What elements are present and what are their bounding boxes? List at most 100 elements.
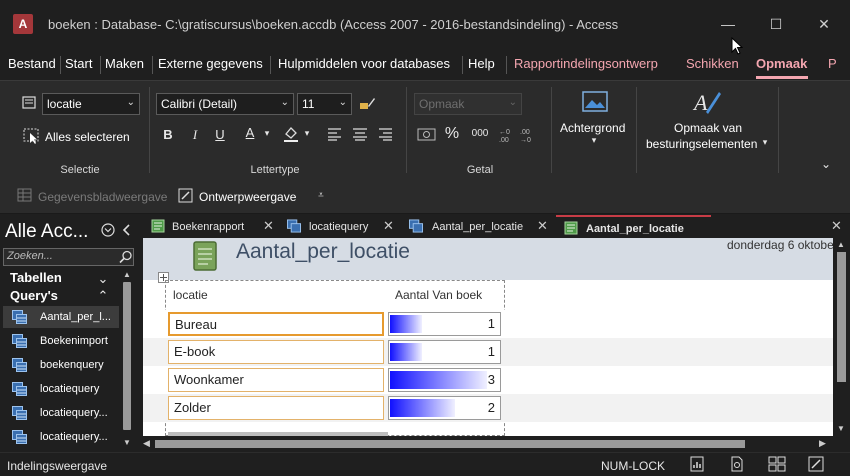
italic-button[interactable]: I bbox=[187, 127, 203, 143]
nav-section-queries[interactable]: Query's bbox=[10, 288, 58, 303]
font-color-button[interactable]: A bbox=[242, 125, 258, 140]
background-button[interactable]: Achtergrond bbox=[560, 121, 625, 135]
fill-color-icon[interactable] bbox=[282, 125, 300, 143]
location-cell[interactable]: Zolder bbox=[168, 396, 384, 420]
group-label-getal: Getal bbox=[466, 164, 494, 176]
doc-tab-query[interactable]: Aantal_per_locatie ✕ bbox=[401, 215, 553, 238]
doc-tab-query[interactable]: locatiequery ✕ bbox=[279, 215, 399, 238]
control-formatting-icon[interactable]: A bbox=[692, 88, 722, 116]
chevron-down-icon[interactable]: ⌄ bbox=[97, 271, 109, 287]
nav-item-query[interactable]: Boekenimport bbox=[3, 330, 119, 352]
nav-scrollbar[interactable]: ▲ ▼ bbox=[121, 270, 133, 450]
tab-externe-gegevens[interactable]: Externe gegevens bbox=[158, 56, 263, 71]
tab-start[interactable]: Start bbox=[65, 56, 92, 71]
scroll-down-arrow-icon[interactable]: ▼ bbox=[123, 438, 131, 447]
nav-item-query[interactable]: boekenquery bbox=[3, 354, 119, 376]
customize-toolbar-icon[interactable]: ⩡ bbox=[315, 190, 327, 201]
nav-menu-dropdown-icon[interactable] bbox=[101, 223, 115, 237]
doc-tab-report-active[interactable]: Aantal_per_locatie bbox=[556, 215, 711, 238]
report-title[interactable]: Aantal_per_locatie bbox=[236, 240, 410, 264]
nav-section-tables[interactable]: Tabellen bbox=[10, 270, 62, 285]
currency-icon[interactable] bbox=[417, 127, 437, 143]
report-horizontal-scrollbar[interactable]: ◀ ▶ bbox=[139, 436, 850, 452]
tab-rapportindelingsontwerp[interactable]: Rapportindelingsontwerp bbox=[514, 56, 658, 71]
nav-item-query[interactable]: Aantal_per_l... bbox=[3, 306, 119, 328]
align-right-icon[interactable] bbox=[377, 127, 393, 141]
align-left-icon[interactable] bbox=[327, 127, 343, 141]
nav-search-input[interactable]: Zoeken... bbox=[3, 248, 134, 266]
close-tab-icon[interactable]: ✕ bbox=[383, 218, 394, 234]
font-family-select[interactable]: Calibri (Detail) ⌄ bbox=[156, 93, 294, 115]
nav-scrollbar-thumb[interactable] bbox=[123, 282, 131, 430]
number-format-select[interactable]: Opmaak ⌄ bbox=[414, 93, 522, 115]
query-icon bbox=[12, 406, 27, 420]
tab-help[interactable]: Help bbox=[468, 56, 495, 71]
decrease-decimals-icon[interactable]: .00 →0 bbox=[519, 126, 537, 144]
report-view-icon[interactable] bbox=[689, 456, 705, 472]
scroll-up-arrow-icon[interactable]: ▲ bbox=[837, 240, 845, 249]
horizontal-scrollbar-thumb[interactable] bbox=[155, 440, 745, 448]
scroll-right-arrow-icon[interactable]: ▶ bbox=[819, 438, 826, 449]
chevron-down-icon[interactable]: ▾ bbox=[262, 128, 272, 139]
report-date[interactable]: donderdag 6 oktober bbox=[727, 238, 833, 252]
datasheet-view-button[interactable]: Gegevensbladweergave bbox=[38, 190, 167, 204]
vertical-scrollbar-thumb[interactable] bbox=[837, 252, 846, 382]
tab-opmaak[interactable]: Opmaak bbox=[756, 56, 807, 71]
count-bar-cell[interactable]: 1 bbox=[388, 312, 501, 336]
maximize-button[interactable]: ☐ bbox=[766, 14, 786, 34]
collapse-pane-icon[interactable] bbox=[121, 223, 131, 237]
nav-pane-title[interactable]: Alle Acc... bbox=[5, 221, 88, 243]
report-vertical-scrollbar[interactable]: ▲ ▼ bbox=[833, 238, 850, 436]
scroll-up-arrow-icon[interactable]: ▲ bbox=[123, 270, 131, 279]
print-preview-icon[interactable] bbox=[729, 456, 745, 472]
bold-button[interactable]: B bbox=[160, 127, 176, 142]
nav-item-query[interactable]: locatiequery... bbox=[3, 402, 119, 424]
tab-maken[interactable]: Maken bbox=[105, 56, 144, 71]
close-document-icon[interactable]: ✕ bbox=[831, 218, 842, 234]
background-image-icon[interactable] bbox=[581, 90, 609, 114]
control-formatting-label-1[interactable]: Opmaak van bbox=[674, 121, 742, 135]
tab-overflow[interactable]: P bbox=[828, 56, 837, 71]
collapse-ribbon-icon[interactable]: ⌄ bbox=[819, 157, 833, 171]
control-formatting-label-2[interactable]: besturingselementen bbox=[646, 137, 757, 151]
count-bar-cell[interactable]: 1 bbox=[388, 340, 501, 364]
chevron-down-icon[interactable]: ▾ bbox=[589, 135, 599, 146]
tab-schikken[interactable]: Schikken bbox=[686, 56, 739, 71]
chevron-down-icon[interactable]: ▾ bbox=[760, 137, 770, 148]
scroll-left-arrow-icon[interactable]: ◀ bbox=[143, 438, 150, 449]
layout-view-icon[interactable] bbox=[768, 456, 786, 472]
chevron-up-icon[interactable]: ⌃ bbox=[97, 288, 109, 304]
location-cell[interactable]: Bureau bbox=[168, 312, 384, 336]
select-all-button[interactable]: Alles selecteren bbox=[45, 130, 130, 144]
minimize-button[interactable]: — bbox=[718, 14, 738, 34]
close-button[interactable]: ✕ bbox=[814, 14, 834, 34]
nav-item-query[interactable]: locatiequery... bbox=[3, 426, 119, 448]
close-tab-icon[interactable]: ✕ bbox=[537, 218, 548, 234]
column-header-count[interactable]: Aantal Van boek bbox=[395, 288, 482, 302]
align-center-icon[interactable] bbox=[352, 127, 368, 141]
format-painter-icon[interactable] bbox=[358, 94, 376, 112]
underline-button[interactable]: U bbox=[212, 127, 228, 142]
count-bar-cell[interactable]: 3 bbox=[388, 368, 501, 392]
location-cell[interactable]: E-book bbox=[168, 340, 384, 364]
thousands-separator-button[interactable]: 000 bbox=[468, 128, 492, 139]
close-tab-icon[interactable]: ✕ bbox=[263, 218, 274, 234]
font-size-select[interactable]: 11 ⌄ bbox=[297, 93, 352, 115]
access-app-icon[interactable]: A bbox=[13, 14, 33, 34]
design-view-status-icon[interactable] bbox=[808, 456, 824, 472]
scroll-down-arrow-icon[interactable]: ▼ bbox=[837, 424, 845, 433]
percent-button[interactable]: % bbox=[443, 125, 461, 143]
increase-decimals-icon[interactable]: ←0 .00 bbox=[498, 126, 516, 144]
column-header-location[interactable]: locatie bbox=[173, 288, 208, 302]
search-icon[interactable] bbox=[119, 250, 133, 264]
tab-hulpmiddelen[interactable]: Hulpmiddelen voor databases bbox=[278, 56, 450, 71]
tab-bestand[interactable]: Bestand bbox=[8, 56, 56, 71]
nav-item-query[interactable]: locatiequery bbox=[3, 378, 119, 400]
svg-text:→0: →0 bbox=[520, 137, 531, 144]
location-cell[interactable]: Woonkamer bbox=[168, 368, 384, 392]
design-view-button[interactable]: Ontwerpweergave bbox=[199, 190, 296, 204]
chevron-down-icon[interactable]: ▾ bbox=[302, 128, 312, 139]
object-select[interactable]: locatie ⌄ bbox=[42, 93, 140, 115]
count-bar-cell[interactable]: 2 bbox=[388, 396, 501, 420]
doc-tab-report[interactable]: Boekenrapport ✕ bbox=[143, 215, 277, 238]
